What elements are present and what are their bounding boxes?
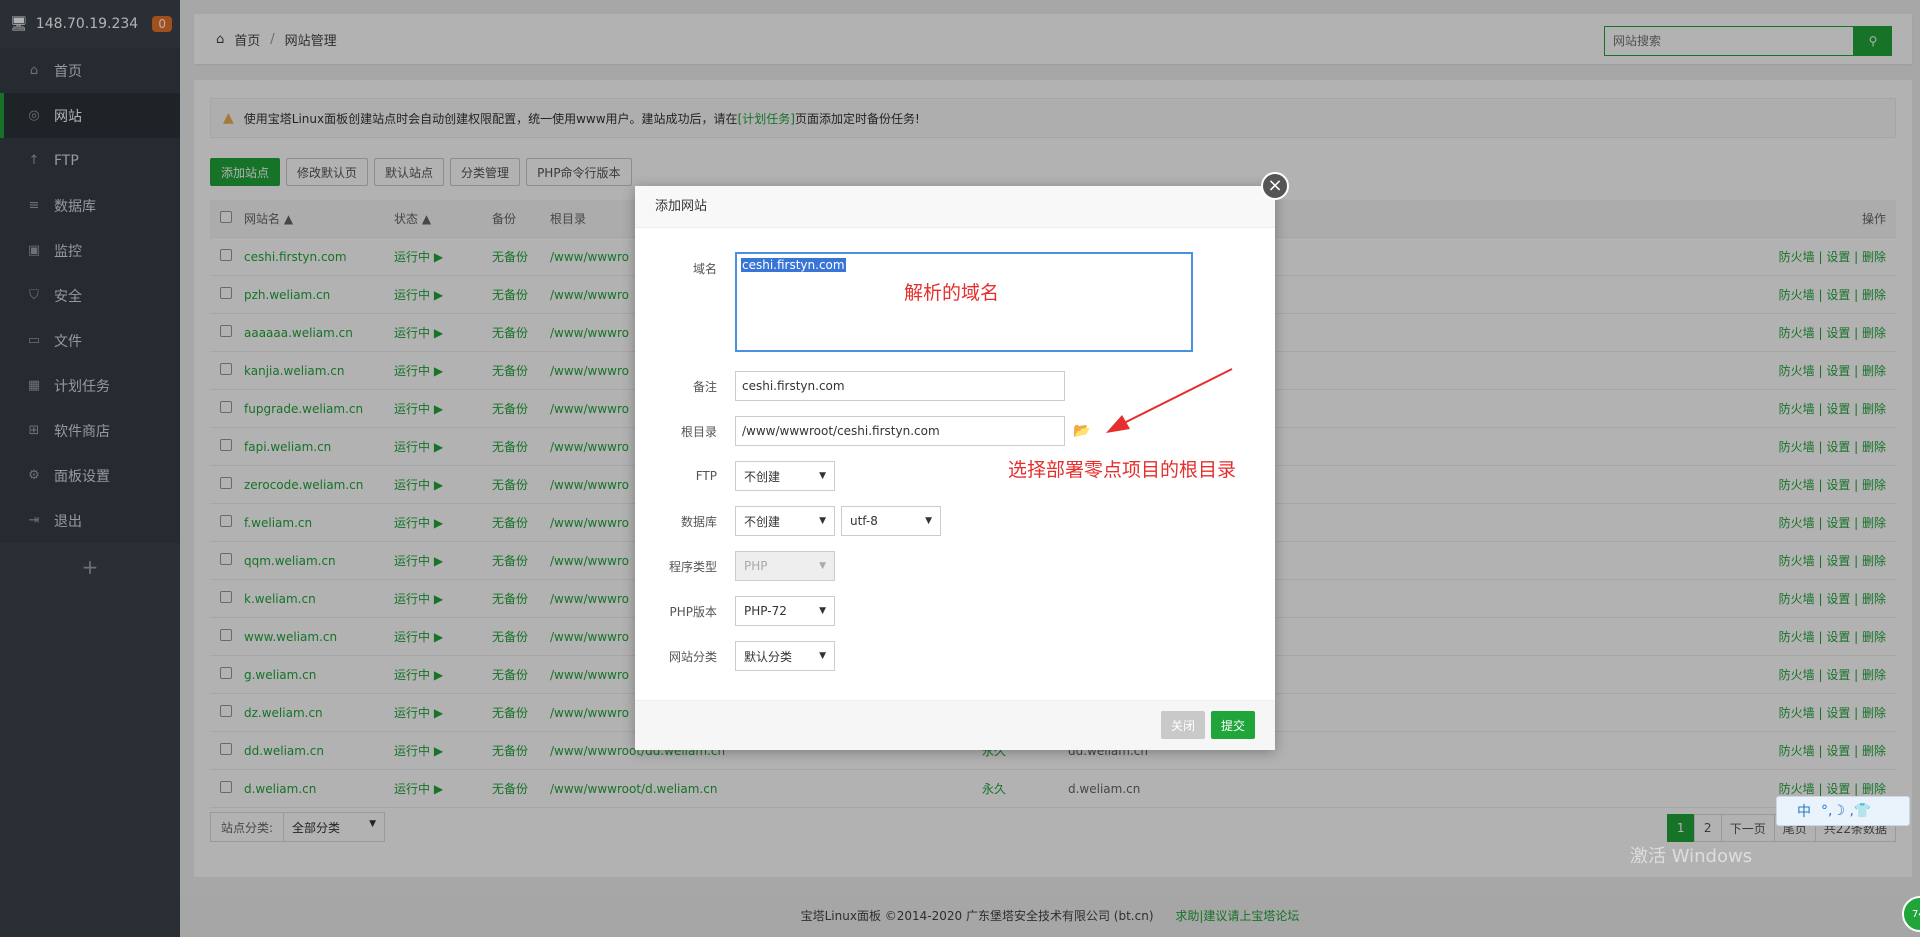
category-label: 网站分类	[668, 649, 717, 664]
database-row: 数据库 不创建 ▼ utf-8 ▼	[635, 506, 941, 536]
program-label: 程序类型	[668, 559, 717, 574]
php-version-select[interactable]: PHP-72 ▼	[735, 596, 835, 626]
caret-down-icon: ▼	[925, 516, 932, 526]
ftp-row: FTP 不创建 ▼	[635, 461, 835, 491]
php-row: PHP版本 PHP-72 ▼	[635, 596, 835, 626]
ime-lang[interactable]: 中	[1797, 801, 1811, 821]
caret-down-icon: ▼	[819, 561, 826, 571]
root-annotation: 选择部署零点项目的根目录	[1008, 459, 1237, 481]
submit-button[interactable]: 提交	[1210, 711, 1255, 739]
remark-input[interactable]: ceshi.firstyn.com	[735, 371, 1065, 401]
caret-down-icon: ▼	[819, 651, 826, 661]
folder-open-icon[interactable]: 📂	[1073, 423, 1090, 439]
program-select: PHP ▼	[735, 551, 835, 581]
program-row: 程序类型 PHP ▼	[635, 551, 835, 581]
dialog-footer: 关闭 提交	[635, 700, 1275, 750]
category-row: 网站分类 默认分类 ▼	[635, 641, 835, 671]
windows-watermark: 激活 Windows	[1630, 846, 1753, 867]
database-label: 数据库	[680, 514, 717, 529]
dialog-title: 添加网站	[635, 186, 1275, 228]
arrow-annotation	[1106, 368, 1233, 433]
category-select[interactable]: 默认分类 ▼	[735, 641, 835, 671]
close-icon[interactable]: ×	[1261, 172, 1289, 200]
domain-annotation: 解析的域名	[904, 282, 1000, 304]
database-select[interactable]: 不创建 ▼	[735, 506, 835, 536]
caret-down-icon: ▼	[819, 606, 826, 616]
ftp-label: FTP	[695, 469, 717, 483]
root-row: 根目录 /www/wwwroot/ceshi.firstyn.com 📂	[635, 416, 1090, 446]
remark-row: 备注 ceshi.firstyn.com	[635, 371, 1065, 401]
ime-items[interactable]: °,☽ ,👕	[1821, 803, 1871, 819]
root-input[interactable]: /www/wwwroot/ceshi.firstyn.com	[735, 416, 1065, 446]
close-button[interactable]: 关闭	[1160, 711, 1205, 739]
domain-label: 域名	[692, 262, 717, 276]
caret-down-icon: ▼	[819, 471, 826, 481]
php-label: PHP版本	[669, 604, 718, 619]
charset-select[interactable]: utf-8 ▼	[841, 506, 941, 536]
remark-label: 备注	[692, 379, 717, 394]
ftp-select[interactable]: 不创建 ▼	[735, 461, 835, 491]
ime-toolbar[interactable]: 中 °,☽ ,👕	[1776, 796, 1910, 826]
root-label: 根目录	[680, 424, 717, 439]
caret-down-icon: ▼	[819, 516, 826, 526]
